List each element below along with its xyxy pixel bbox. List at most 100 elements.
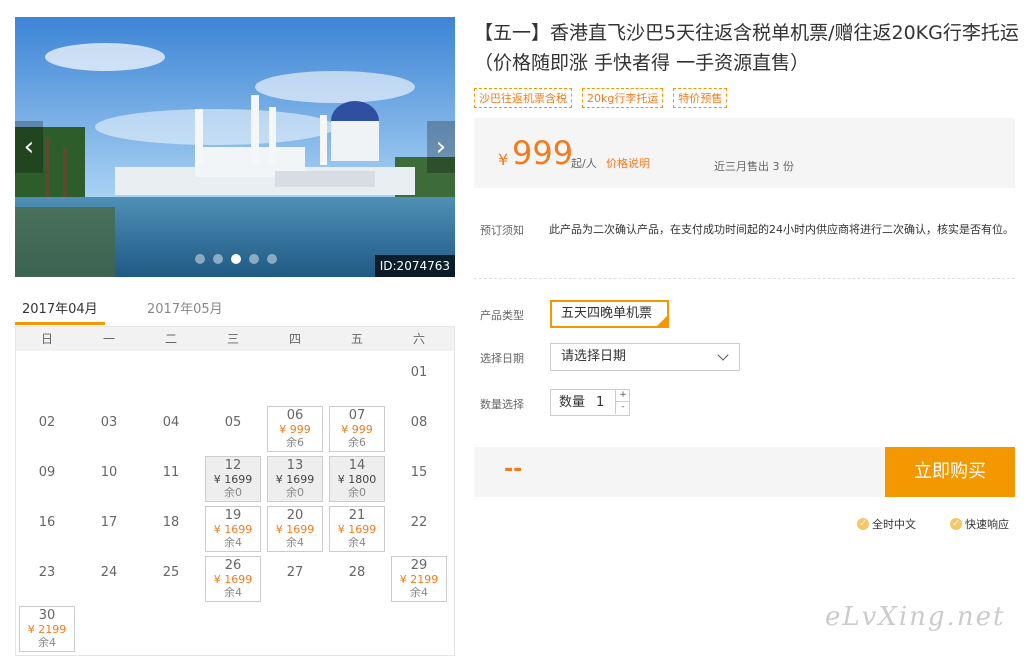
product-tags: 沙巴往返机票含税 20kg行李托运 特价预售 <box>474 88 728 108</box>
booking-notice-text: 此产品为二次确认产品，在支付成功时间起的24小时内供应商将进行二次确认，核实是否… <box>549 223 1014 236</box>
day-number: 18 <box>162 515 180 530</box>
calendar-cell: 03 <box>78 401 140 451</box>
day-number: 19 <box>224 508 242 523</box>
mosque-lake-photo <box>15 17 455 277</box>
day-remaining: 余6 <box>348 436 366 449</box>
image-id-badge: ID:2074763 <box>374 255 455 277</box>
calendar-cell: 20 ¥ 1699 余4 <box>264 501 326 552</box>
price-value: 999 <box>512 134 574 172</box>
selected-corner-icon <box>657 316 667 326</box>
day-number: 25 <box>162 565 180 580</box>
calendar-day-available[interactable]: 20 ¥ 1699 余4 <box>267 506 323 552</box>
calendar-day-available[interactable]: 21 ¥ 1699 余4 <box>329 506 385 552</box>
day-price: ¥ 999 <box>341 423 373 436</box>
calendar-week-row: 09 10 11 12 ¥ 1699 余0 13 ¥ 1699 余0 14 ¥ 1800 余0 15 <box>16 451 454 502</box>
site-watermark: eLvXing.net <box>825 602 1006 632</box>
calendar-cell <box>78 351 140 401</box>
calendar-cell: 04 <box>140 401 202 451</box>
calendar-cell <box>16 351 78 401</box>
carousel-next-button[interactable]: › <box>427 121 455 173</box>
calendar-day-soldout[interactable]: 14 ¥ 1800 余0 <box>329 456 385 502</box>
total-price: -- <box>504 457 523 482</box>
calendar-cell <box>78 601 140 651</box>
calendar-cell: 12 ¥ 1699 余0 <box>202 451 264 502</box>
carousel-dot[interactable] <box>249 254 259 264</box>
product-type-option[interactable]: 五天四晚单机票 <box>550 300 669 328</box>
calendar-cell: 19 ¥ 1699 余4 <box>202 501 264 552</box>
calendar-cell: 02 <box>16 401 78 451</box>
day-remaining: 余0 <box>224 486 242 499</box>
calendar-cell: 06 ¥ 999 余6 <box>264 401 326 452</box>
weekday-tue: 二 <box>164 332 177 346</box>
price-explanation-link[interactable]: 价格说明 <box>606 155 650 171</box>
calendar-cell: 26 ¥ 1699 余4 <box>202 551 264 602</box>
calendar-grid: 01 02 03 04 05 06 ¥ 999 余6 07 ¥ 999 余6 08 09 10 11 12 ¥ … <box>16 351 454 652</box>
day-number: 08 <box>410 415 428 430</box>
weekday-sat: 六 <box>412 332 425 346</box>
day-price: ¥ 1699 <box>213 523 253 536</box>
price-currency: ¥ <box>498 150 509 169</box>
product-type-label: 产品类型 <box>480 309 524 322</box>
calendar-cell <box>140 351 202 401</box>
quantity-plus-button[interactable]: + <box>615 390 630 402</box>
calendar-month-tabs: 2017年04月 2017年05月 <box>15 292 455 326</box>
calendar-cell: 10 <box>78 451 140 501</box>
day-number: 10 <box>100 465 118 480</box>
day-number: 03 <box>100 415 118 430</box>
date-label: 选择日期 <box>480 352 524 365</box>
day-number: 30 <box>38 608 56 623</box>
booking-notice-label: 预订须知 <box>480 224 524 237</box>
quantity-minus-button[interactable]: - <box>615 402 630 414</box>
calendar-day-soldout[interactable]: 12 ¥ 1699 余0 <box>205 456 261 502</box>
calendar-day-soldout[interactable]: 13 ¥ 1699 余0 <box>267 456 323 502</box>
carousel-dot-active[interactable] <box>231 254 241 264</box>
calendar-cell: 15 <box>388 451 450 501</box>
day-remaining: 余0 <box>348 486 366 499</box>
sold-count: 近三月售出 3 份 <box>714 160 794 173</box>
calendar-day-available[interactable]: 19 ¥ 1699 余4 <box>205 506 261 552</box>
day-number: 27 <box>286 565 304 580</box>
day-remaining: 余4 <box>38 636 56 649</box>
check-icon: ✓ <box>857 518 869 530</box>
day-price: ¥ 1699 <box>275 523 315 536</box>
calendar-cell: 14 ¥ 1800 余0 <box>326 451 388 502</box>
buy-now-button[interactable]: 立即购买 <box>885 447 1015 497</box>
calendar-cell: 05 <box>202 401 264 451</box>
calendar-cell: 11 <box>140 451 202 501</box>
tab-april[interactable]: 2017年04月 <box>22 298 98 317</box>
quantity-inner-label: 数量 <box>559 395 586 410</box>
calendar-cell: 28 <box>326 551 388 601</box>
calendar-day-available[interactable]: 07 ¥ 999 余6 <box>329 406 385 452</box>
price-unit: 起/人 <box>571 157 597 170</box>
day-number: 13 <box>286 458 304 473</box>
quantity-stepper[interactable]: 数量 1 + - <box>550 389 630 416</box>
calendar-day-available[interactable]: 29 ¥ 2199 余4 <box>391 556 447 602</box>
product-image-carousel[interactable]: ‹ › ID:2074763 <box>15 17 455 277</box>
calendar-cell <box>388 601 450 651</box>
day-number: 12 <box>224 458 242 473</box>
day-price: ¥ 1800 <box>337 473 377 486</box>
calendar-day-available[interactable]: 06 ¥ 999 余6 <box>267 406 323 452</box>
carousel-dot[interactable] <box>195 254 205 264</box>
calendar-week-row: 16 17 18 19 ¥ 1699 余4 20 ¥ 1699 余4 21 ¥ 1699 余4 22 <box>16 501 454 552</box>
day-price: ¥ 1699 <box>213 573 253 586</box>
date-select[interactable]: 请选择日期 <box>550 343 740 371</box>
assurance-chinese-service: ✓ 全时中文 <box>857 516 916 532</box>
carousel-dot[interactable] <box>267 254 277 264</box>
carousel-prev-button[interactable]: ‹ <box>15 121 43 173</box>
quantity-value[interactable]: 1 <box>596 390 604 415</box>
day-number: 17 <box>100 515 118 530</box>
day-price: ¥ 1699 <box>337 523 377 536</box>
product-type-text: 五天四晚单机票 <box>561 306 653 321</box>
calendar-cell: 13 ¥ 1699 余0 <box>264 451 326 502</box>
price-panel: ¥ 999 起/人 价格说明 近三月售出 3 份 <box>474 118 1015 188</box>
calendar-day-available[interactable]: 26 ¥ 1699 余4 <box>205 556 261 602</box>
day-price: ¥ 1699 <box>213 473 253 486</box>
tab-may[interactable]: 2017年05月 <box>147 298 223 317</box>
calendar-cell: 30 ¥ 2199 余4 <box>16 601 78 652</box>
assurance-fast-response: ✓ 快速响应 <box>950 516 1009 532</box>
weekday-wed: 三 <box>226 332 239 346</box>
calendar-day-available[interactable]: 30 ¥ 2199 余4 <box>19 606 75 652</box>
assurance-label: 全时中文 <box>872 518 916 531</box>
carousel-dot[interactable] <box>213 254 223 264</box>
